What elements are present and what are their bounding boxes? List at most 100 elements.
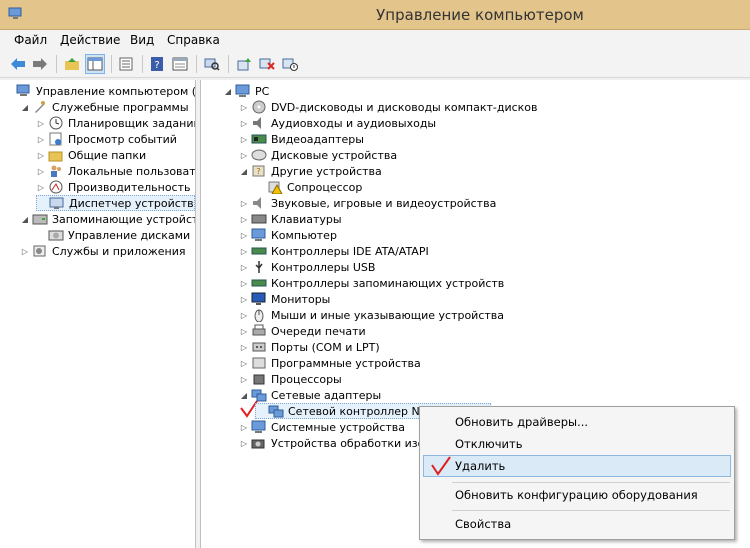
expand-arrow-icon[interactable]: ▷	[239, 279, 249, 288]
tree-item[interactable]: ◢ Сетевые адаптеры	[239, 387, 381, 403]
tree-item[interactable]: ▷ Порты (COM и LPT)	[239, 339, 380, 355]
update-driver-button[interactable]	[234, 54, 254, 74]
tree-item[interactable]: ▷ Контроллеры запоминающих устройств	[239, 275, 504, 291]
tree-item-label: Сопроцессор	[287, 180, 363, 194]
tree-item[interactable]: ▷ Контроллеры USB	[239, 259, 376, 275]
tree-item-label: Запоминающие устройства	[52, 212, 196, 226]
tree-item-label: Производительность	[68, 180, 191, 194]
mouse-icon	[251, 308, 267, 322]
expand-arrow-icon[interactable]: ▷	[239, 151, 249, 160]
help-icon: ?	[151, 57, 163, 71]
expand-arrow-icon[interactable]: ◢	[239, 167, 249, 176]
expand-arrow-icon[interactable]: ▷	[239, 343, 249, 352]
scan-hardware-icon	[204, 58, 220, 71]
expand-arrow-icon[interactable]: ▷	[239, 359, 249, 368]
tree-item[interactable]: Сопроцессор	[255, 179, 362, 195]
expand-arrow-icon[interactable]: ▷	[239, 119, 249, 128]
disable-device-button[interactable]	[280, 54, 300, 74]
tree-item[interactable]: ▷ Системные устройства	[239, 419, 405, 435]
tree-item[interactable]: ▷ Звуковые, игровые и видеоустройства	[239, 195, 496, 211]
expand-arrow-icon[interactable]: ◢	[223, 87, 233, 96]
scan-hardware-button[interactable]	[202, 54, 222, 74]
uninstall-device-icon	[259, 58, 275, 70]
tree-item[interactable]: ▷ Дисковые устройства	[239, 147, 397, 163]
expand-arrow-icon[interactable]: ▷	[239, 263, 249, 272]
tree-item[interactable]: ▷ Очереди печати	[239, 323, 366, 339]
expand-arrow-icon[interactable]: ▷	[239, 231, 249, 240]
tree-item-label: Системные устройства	[271, 420, 405, 434]
computer-icon	[251, 228, 267, 242]
tree-item-label: Управление дисками	[68, 228, 191, 242]
help-button[interactable]: ?	[147, 54, 167, 74]
tree-item[interactable]: ▷ Компьютер	[239, 227, 337, 243]
tree-item-label: Планировщик заданий	[68, 116, 196, 130]
expand-arrow-icon[interactable]: ▷	[239, 135, 249, 144]
expand-arrow-icon[interactable]: ◢	[239, 391, 249, 400]
tree-item[interactable]: ▷ Планировщик заданий	[36, 115, 196, 131]
expand-arrow-icon[interactable]: ▷	[36, 167, 46, 176]
expand-arrow-icon[interactable]: ▷	[239, 311, 249, 320]
expand-arrow-icon[interactable]: ▷	[239, 295, 249, 304]
menu-item-disable[interactable]: Отключить	[455, 437, 522, 451]
properties-button[interactable]	[170, 54, 190, 74]
tree-item[interactable]: ▷ Мониторы	[239, 291, 330, 307]
tree-item[interactable]: ▷ DVD-дисководы и дисководы компакт-диско…	[239, 99, 538, 115]
back-button[interactable]	[8, 54, 28, 74]
tree-item[interactable]: ▷ Аудиовходы и аудиовыходы	[239, 115, 436, 131]
menu-item-update-drivers[interactable]: Обновить драйверы...	[455, 415, 588, 429]
menu-view[interactable]: Вид	[130, 33, 154, 47]
expand-arrow-icon[interactable]: ▷	[239, 327, 249, 336]
menu-item-uninstall[interactable]: Удалить	[455, 459, 505, 473]
tree-item-label: Порты (COM и LPT)	[271, 340, 380, 354]
expand-arrow-icon[interactable]: ▷	[36, 135, 46, 144]
tree-item[interactable]: ▷ Общие папки	[36, 147, 146, 163]
expand-arrow-icon[interactable]: ▷	[36, 119, 46, 128]
expand-arrow-icon[interactable]: ▷	[36, 183, 46, 192]
console-tree: Управление компьютером (ло ◢ Служебные про…	[0, 80, 196, 548]
tree-item[interactable]: ▷ Службы и приложения	[20, 243, 186, 259]
list-icon	[119, 57, 133, 71]
processor-icon	[251, 372, 267, 386]
expand-arrow-icon[interactable]: ▷	[239, 215, 249, 224]
uninstall-device-button[interactable]	[257, 54, 277, 74]
export-list-button[interactable]	[116, 54, 136, 74]
show-hide-tree-button[interactable]	[85, 54, 105, 74]
context-menu: Обновить драйверы... Отключить Удалить О…	[419, 406, 735, 540]
expand-arrow-icon[interactable]: ▷	[20, 247, 30, 256]
tree-item[interactable]: ◢ PC	[223, 83, 269, 99]
expand-arrow-icon[interactable]: ◢	[20, 103, 30, 112]
tree-item[interactable]: ▷ Процессоры	[239, 371, 342, 387]
tree-item[interactable]: Управление компьютером (ло	[4, 83, 195, 99]
menu-item-properties[interactable]: Свойства	[455, 517, 511, 531]
menu-action[interactable]: Действие	[60, 33, 120, 47]
tree-item[interactable]: ▷ Программные устройства	[239, 355, 421, 371]
tree-item[interactable]: ▷ Локальные пользовате	[36, 163, 195, 179]
menu-item-scan-hardware[interactable]: Обновить конфигурацию оборудования	[455, 488, 698, 502]
tree-item[interactable]: Управление дисками	[36, 227, 190, 243]
menu-help[interactable]: Справка	[167, 33, 220, 47]
expand-arrow-icon[interactable]: ▷	[239, 423, 249, 432]
tree-item[interactable]: ▷ Мыши и иные указывающие устройства	[239, 307, 504, 323]
tree-item-label: Процессоры	[271, 372, 342, 386]
tree-item[interactable]: ▷ Контроллеры IDE ATA/ATAPI	[239, 243, 429, 259]
forward-button[interactable]	[30, 54, 50, 74]
expand-arrow-icon[interactable]: ▷	[239, 199, 249, 208]
expand-arrow-icon[interactable]: ▷	[239, 375, 249, 384]
tree-item[interactable]: ▷ Просмотр событий	[36, 131, 177, 147]
tree-item[interactable]: ◢ Служебные программы	[20, 99, 189, 115]
tree-item[interactable]: ▷ Видеоадаптеры	[239, 131, 364, 147]
menu-file[interactable]: Файл	[14, 33, 47, 47]
tree-item[interactable]: ▷ Производительность	[36, 179, 191, 195]
expand-arrow-icon[interactable]: ▷	[36, 151, 46, 160]
red-check-mark	[431, 456, 451, 476]
tree-item[interactable]: ▷ Клавиатуры	[239, 211, 342, 227]
tree-item[interactable]: ◢? Другие устройства	[239, 163, 382, 179]
tree-item[interactable]: ◢ Запоминающие устройства	[20, 211, 196, 227]
tree-item[interactable]: Диспетчер устройств	[36, 195, 195, 211]
expand-arrow-icon[interactable]: ▷	[239, 439, 249, 448]
expand-arrow-icon[interactable]: ▷	[239, 247, 249, 256]
expand-arrow-icon[interactable]: ▷	[239, 103, 249, 112]
up-level-button[interactable]	[62, 54, 82, 74]
expand-arrow-icon[interactable]: ◢	[20, 215, 30, 224]
shared-folder-icon	[48, 148, 64, 162]
